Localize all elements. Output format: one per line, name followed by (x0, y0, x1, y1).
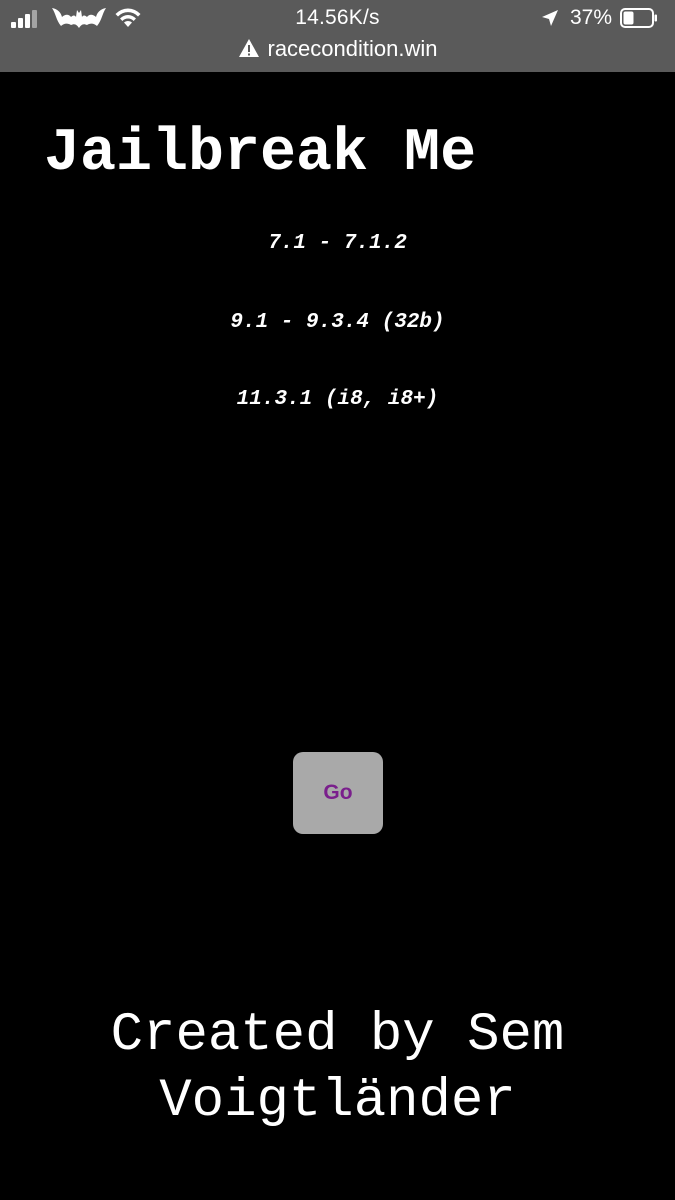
page-title: Jailbreak Me (44, 120, 477, 188)
footer-credit: Created by Sem Voigtländer (0, 1003, 675, 1135)
battery-icon (620, 8, 657, 28)
address-bar[interactable]: racecondition.win (0, 36, 675, 62)
screen: 14.56K/s 37% racecondition.win Jailbreak… (0, 0, 675, 1200)
go-button[interactable]: Go (293, 752, 383, 834)
footer-line-1: Created by Sem (110, 1005, 565, 1066)
browser-status-bar: 14.56K/s 37% racecondition.win (0, 0, 675, 72)
warning-icon (238, 39, 259, 57)
version-link-11[interactable]: 11.3.1 (i8, i8+) (0, 387, 675, 413)
version-link-9[interactable]: 9.1 - 9.3.4 (32b) (0, 310, 675, 336)
footer-line-2: Voigtländer (159, 1071, 516, 1132)
version-link-7[interactable]: 7.1 - 7.1.2 (0, 231, 675, 257)
battery-percent: 37% (570, 6, 613, 29)
location-arrow-icon (542, 10, 558, 26)
url-text: racecondition.win (267, 36, 438, 61)
